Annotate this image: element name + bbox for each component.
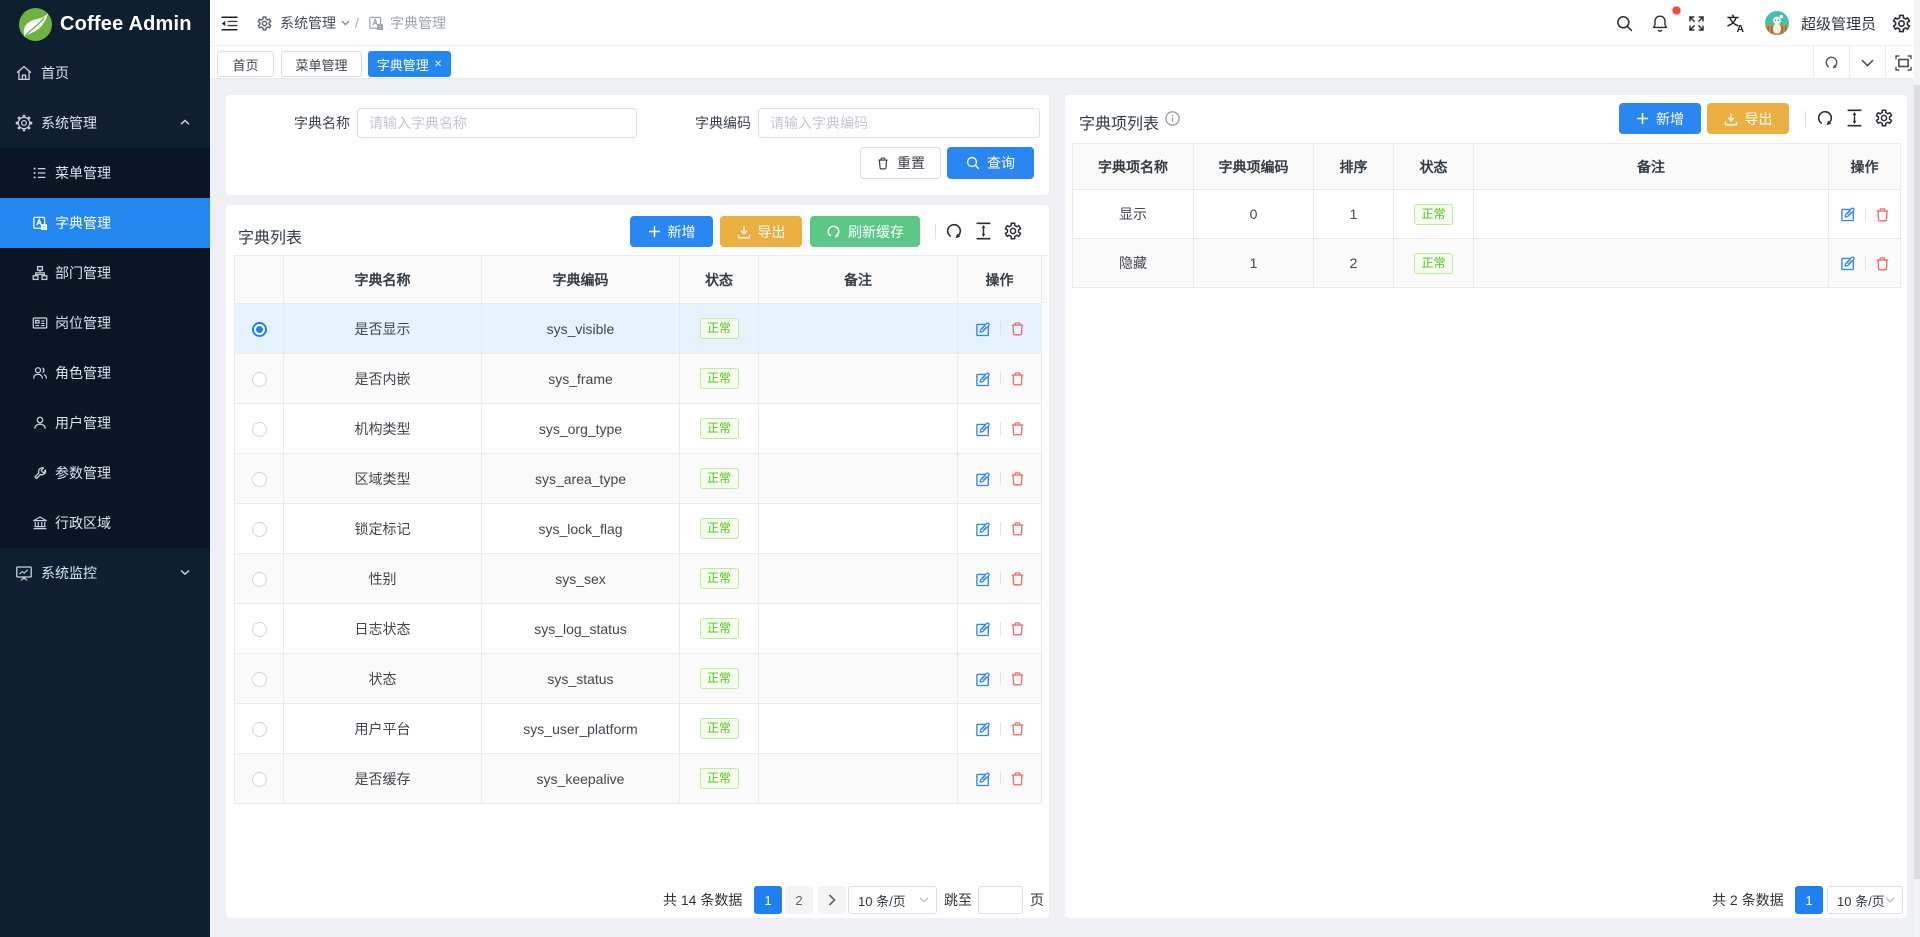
svg-text:A: A xyxy=(1737,23,1745,33)
